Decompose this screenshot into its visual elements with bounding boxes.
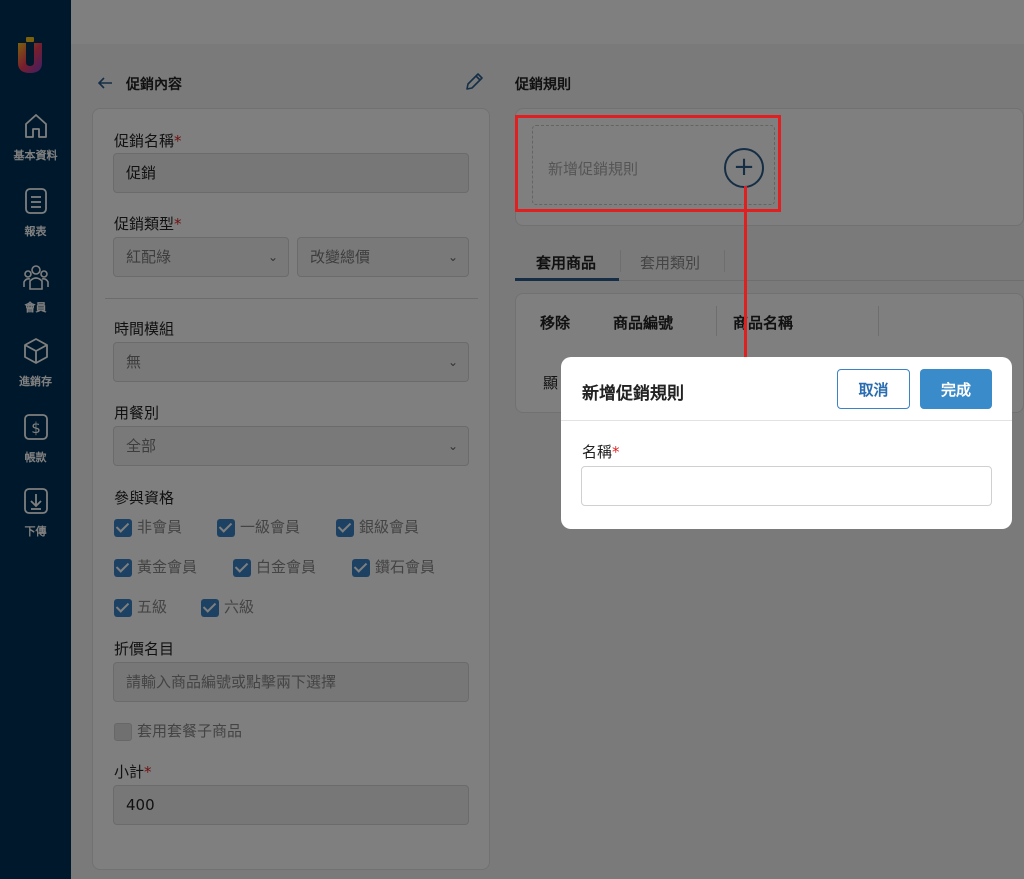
done-button[interactable]: 完成 [920,369,992,409]
cancel-button[interactable]: 取消 [837,369,910,409]
rule-name-label: 名稱* [582,443,620,461]
modal-title: 新增促銷規則 [582,384,684,404]
modal-divider [561,420,1012,421]
add-rule-modal: 新增促銷規則 取消 完成 名稱* [561,357,1012,529]
annotation-arrow [744,186,747,384]
highlight-box [515,115,781,212]
rule-name-input[interactable] [581,466,992,506]
